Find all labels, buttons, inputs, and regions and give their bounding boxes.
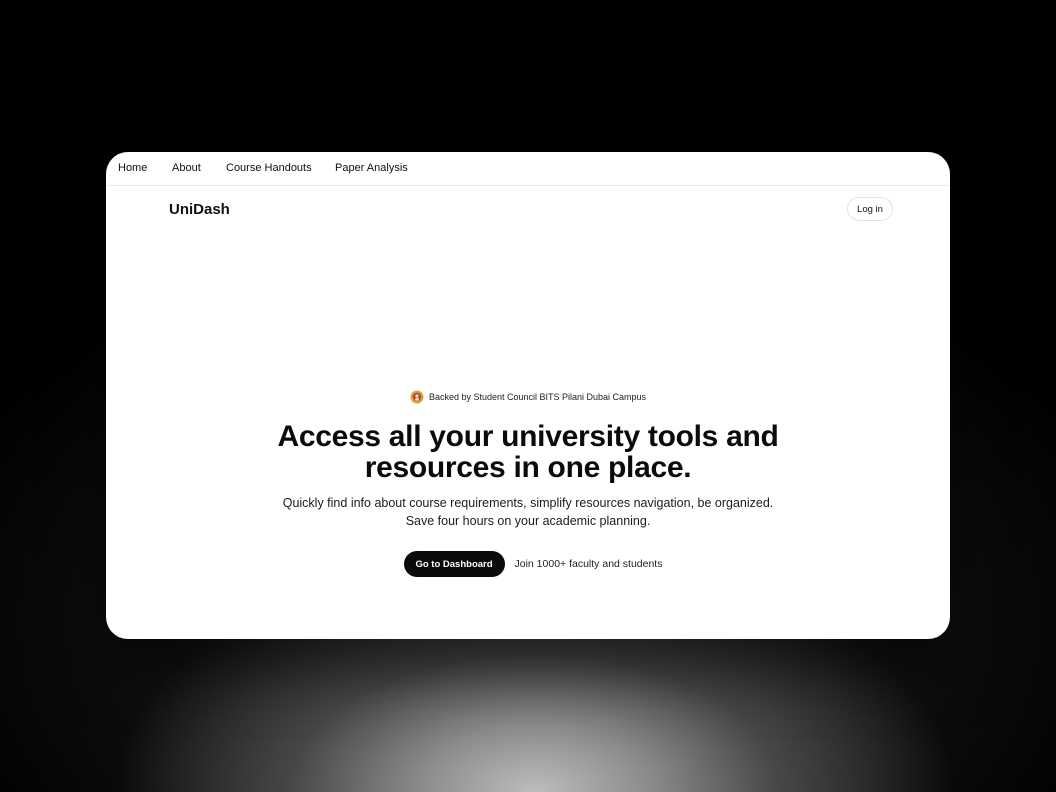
browser-window: Home About Course Handouts Paper Analysi… [106,152,950,639]
hero-subtext-line: Quickly find info about course requireme… [282,496,774,510]
hero-headline-line: resources in one place. [364,451,692,484]
hero-section: Backed by Student Council BITS Pilani Du… [106,390,950,577]
social-proof-text: Join 1000+ faculty and students [514,558,663,570]
top-nav: Home About Course Handouts Paper Analysi… [106,152,950,186]
hero-subtext-line: Save four hours on your academic plannin… [405,514,651,528]
council-logo-icon [410,390,424,404]
brand-logo-text[interactable]: UniDash [169,201,230,219]
hero-headline-line: Access all your university tools and [277,420,779,453]
nav-item-course-handouts[interactable]: Course Handouts [226,162,312,175]
nav-item-about[interactable]: About [172,162,201,175]
cta-row: Go to Dashboard Join 1000+ faculty and s… [106,551,950,577]
hero-headline: Access all your university tools and res… [218,421,838,483]
nav-item-paper-analysis[interactable]: Paper Analysis [335,162,408,175]
backed-by-text: Backed by Student Council BITS Pilani Du… [428,392,647,402]
go-to-dashboard-button[interactable]: Go to Dashboard [403,551,505,577]
nav-item-home[interactable]: Home [118,162,147,175]
hero-subtext: Quickly find info about course requireme… [208,494,848,530]
backed-by-badge: Backed by Student Council BITS Pilani Du… [410,390,646,404]
login-button[interactable]: Log in [847,197,893,221]
